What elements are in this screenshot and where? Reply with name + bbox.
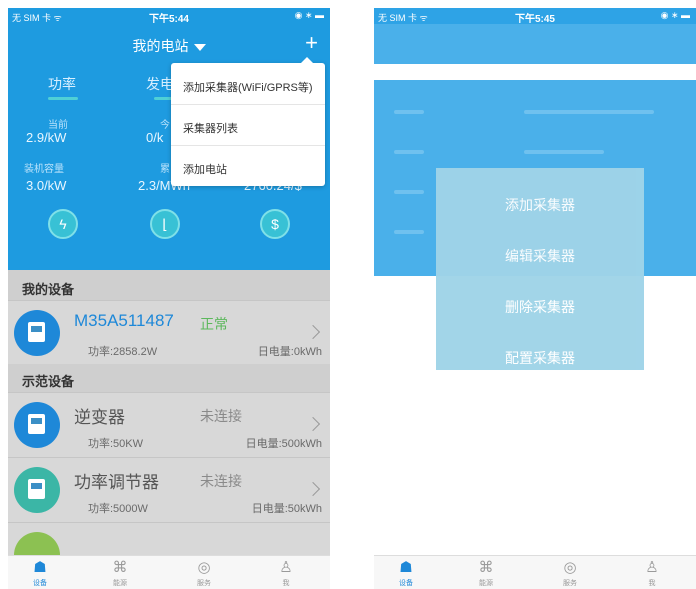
device-daily: 日电量:0kWh: [257, 346, 322, 358]
blurred-text: [394, 230, 424, 234]
section-demo-devices: 示范设备: [8, 364, 330, 392]
menu-add-collector[interactable]: 添加采集器: [436, 195, 644, 215]
phone-screen-right: 无 SIM 卡 ᯤ 下午5:45 ◉ ∗ ▬ 添加采集器 编辑采集器 删除采集器…: [374, 8, 696, 589]
blurred-text: [394, 150, 424, 154]
blurred-text: [394, 190, 424, 194]
device-name: 功率调节器: [74, 473, 159, 492]
device-status: 未连接: [200, 473, 242, 489]
dollar-icon[interactable]: $: [260, 209, 290, 239]
status-time: 下午5:45: [514, 14, 555, 25]
device-power: 功率:5000W: [88, 503, 148, 515]
service-icon: ◎: [563, 559, 577, 576]
tab-generation[interactable]: 发电: [146, 74, 174, 94]
device-name: 逆变器: [74, 408, 125, 427]
tabbar-item-energy[interactable]: ⌘ 能源: [466, 558, 506, 588]
device-power: 功率:50KW: [88, 438, 144, 450]
section-my-devices: 我的设备: [8, 272, 330, 300]
add-button[interactable]: +: [305, 30, 318, 56]
menu-collector-list[interactable]: 采集器列表: [183, 120, 238, 136]
menu-configure-collector[interactable]: 配置采集器: [436, 348, 644, 368]
caret-down-icon: [193, 43, 206, 51]
device-name: M35A511487: [74, 311, 174, 330]
menu-edit-collector[interactable]: 编辑采集器: [436, 246, 644, 266]
blurred-text: [524, 150, 604, 154]
device-daily: 日电量:50kWh: [251, 503, 322, 515]
tab-power[interactable]: 功率: [48, 74, 76, 94]
menu-delete-collector[interactable]: 删除采集器: [436, 297, 644, 317]
plant-selector[interactable]: 我的电站: [8, 36, 330, 56]
collector-action-menu: 添加采集器 编辑采集器 删除采集器 配置采集器: [436, 168, 644, 370]
tab-indicator-power: [48, 97, 78, 100]
menu-add-plant[interactable]: 添加电站: [183, 161, 227, 177]
tabbar-item-me[interactable]: ♙ 我: [632, 558, 672, 588]
section-title: 我的设备: [22, 282, 75, 297]
chevron-right-icon: [305, 481, 321, 497]
energy-icon: ⌘: [112, 559, 128, 576]
tabbar-item-service[interactable]: ◎ 服务: [550, 558, 590, 588]
energy-icon: ⌘: [478, 559, 494, 576]
menu-add-collector[interactable]: 添加采集器(WiFi/GPRS等): [183, 79, 313, 95]
menu-divider: [171, 145, 325, 146]
chevron-right-icon: [305, 416, 321, 432]
capacity-label: 装机容量: [24, 164, 64, 175]
device-row-2[interactable]: 功率调节器 未连接 功率:5000W 日电量:50kWh: [8, 457, 330, 522]
lightning-icon[interactable]: ϟ: [48, 209, 78, 239]
blurred-nav: [374, 24, 696, 64]
tab-bar: ☗ 设备 ⌘ 能源 ◎ 服务 ♙ 我: [8, 555, 330, 589]
device-row-1[interactable]: 逆变器 未连接 功率:50KW 日电量:500kWh: [8, 392, 330, 457]
device-row-0[interactable]: M35A511487 正常 功率:2858.2W 日电量:0kWh: [8, 300, 330, 365]
tabbar-item-device[interactable]: ☗ 设备: [386, 558, 426, 588]
status-icons: ◉ ∗ ▬: [294, 10, 324, 20]
service-icon: ◎: [197, 559, 211, 576]
capacity-value: 3.0/kW: [26, 178, 67, 193]
page-title: 我的电站: [132, 38, 189, 54]
device-status: 未连接: [200, 408, 242, 424]
current-value: 2.9/kW: [26, 130, 67, 145]
tabbar-item-me[interactable]: ♙ 我: [266, 558, 306, 588]
device-daily: 日电量:500kWh: [245, 438, 322, 450]
tabbar-item-energy[interactable]: ⌘ 能源: [100, 558, 140, 588]
status-time: 下午5:44: [148, 14, 189, 25]
phone-screen-left: 无 SIM 卡 ᯤ 下午5:44 ◉ ∗ ▬ 我的电站 + 功率 发电 当前 2…: [8, 8, 330, 589]
blurred-text: [394, 110, 424, 114]
add-dropdown-menu: 添加采集器(WiFi/GPRS等) 采集器列表 添加电站: [171, 57, 325, 186]
device-tree-icon: ☗: [33, 559, 47, 576]
menu-divider: [171, 104, 325, 105]
total-label: 累: [160, 164, 170, 175]
power-regulator-icon: [14, 467, 60, 513]
tabbar-item-device[interactable]: ☗ 设备: [20, 558, 60, 588]
inverter-icon: [14, 402, 60, 448]
today-value: 0/k: [146, 130, 164, 145]
tabbar-item-service[interactable]: ◎ 服务: [184, 558, 224, 588]
device-tree-icon: ☗: [399, 559, 413, 576]
status-bar: 无 SIM 卡 ᯤ 下午5:44 ◉ ∗ ▬: [8, 8, 330, 25]
today-label: 今: [160, 120, 170, 131]
user-icon: ♙: [645, 559, 659, 576]
user-icon: ♙: [279, 559, 293, 576]
status-bar: 无 SIM 卡 ᯤ 下午5:45 ◉ ∗ ▬: [374, 8, 696, 25]
device-status: 正常: [200, 316, 228, 332]
chart-icon[interactable]: ⌊: [150, 209, 180, 239]
tab-bar: ☗ 设备 ⌘ 能源 ◎ 服务 ♙ 我: [374, 555, 696, 589]
current-label: 当前: [48, 120, 68, 131]
chevron-right-icon: [305, 324, 321, 340]
inverter-icon: [14, 310, 60, 356]
section-title: 示范设备: [22, 374, 75, 389]
blurred-text: [524, 110, 654, 114]
device-power: 功率:2858.2W: [88, 346, 158, 358]
status-icons: ◉ ∗ ▬: [660, 10, 690, 20]
